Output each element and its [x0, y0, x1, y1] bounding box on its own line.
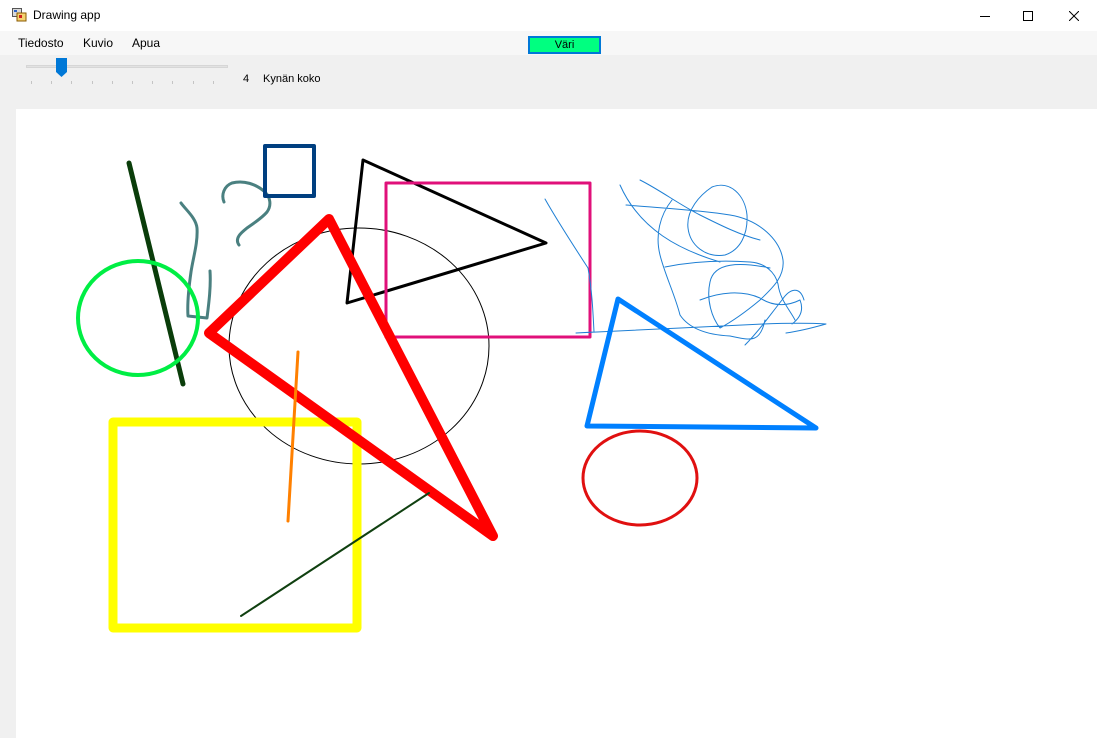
pen-size-slider[interactable] [26, 58, 228, 88]
menu-tiedosto[interactable]: Tiedosto [18, 36, 64, 50]
maximize-button[interactable] [1005, 0, 1051, 31]
green-ellipse [76, 259, 200, 377]
menu-kuvio[interactable]: Kuvio [83, 36, 113, 50]
slider-tick [212, 81, 214, 84]
red-triangle [204, 214, 498, 541]
minimize-button[interactable] [962, 0, 1008, 31]
close-button[interactable] [1051, 0, 1097, 31]
dark-green-thin-line [240, 492, 430, 617]
window-title: Drawing app [33, 8, 101, 22]
slider-tick [172, 81, 174, 84]
yellow-rectangle [108, 417, 362, 633]
slider-tick [51, 81, 53, 84]
color-button[interactable]: Väri [528, 36, 601, 54]
slider-thumb[interactable] [55, 58, 67, 78]
slider-tick [111, 81, 113, 84]
black-triangle [345, 158, 548, 305]
menu-apua[interactable]: Apua [132, 36, 160, 50]
slider-tick [71, 81, 73, 84]
slider-tick [152, 81, 154, 84]
slider-tick [91, 81, 93, 84]
blue-triangle [584, 296, 819, 431]
title-bar: Drawing app [0, 0, 1100, 31]
red-ellipse [581, 429, 699, 527]
blue-scribble [544, 179, 827, 346]
slider-tick [31, 81, 32, 84]
minimize-icon [980, 15, 990, 17]
app-icon[interactable] [12, 8, 27, 22]
dark-blue-square [263, 144, 316, 198]
maximize-icon [1023, 10, 1033, 21]
slider-tick [132, 81, 134, 84]
left-gutter [0, 109, 16, 738]
drawing-canvas[interactable] [16, 109, 1097, 738]
close-icon [1069, 10, 1079, 21]
orange-line [286, 350, 300, 523]
pen-size-value: 4 [243, 73, 250, 85]
pen-size-label: Kynän koko [263, 73, 321, 85]
slider-tick [192, 81, 194, 84]
